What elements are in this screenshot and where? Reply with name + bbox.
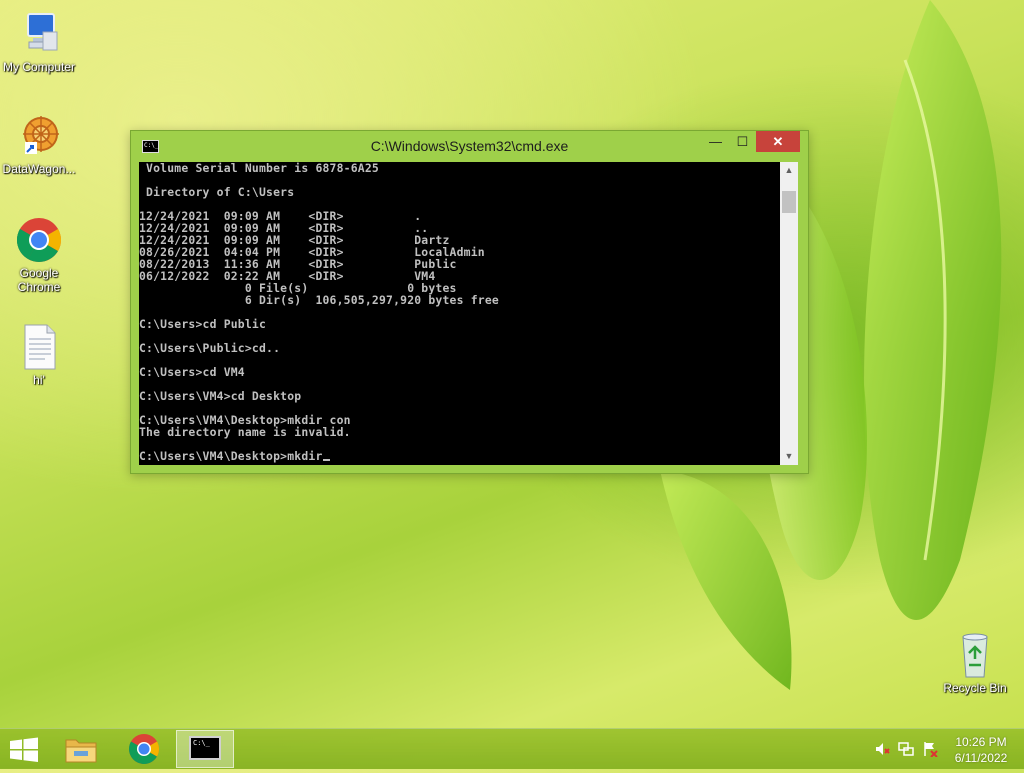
minimize-button[interactable]: — (702, 131, 729, 152)
svg-text:C:\_: C:\_ (193, 739, 211, 747)
desktop-icon-label: Recycle Bin (943, 681, 1007, 695)
start-button[interactable] (0, 730, 58, 768)
folder-icon (65, 739, 97, 763)
text-file-icon (15, 323, 63, 371)
taskbar-file-explorer[interactable] (52, 730, 110, 768)
desktop-icon-text-file[interactable]: hi' (0, 323, 79, 387)
action-center-flag-icon[interactable] (922, 741, 938, 757)
console-line: Directory of C:\Users (139, 185, 295, 199)
datawagon-shortcut-icon (15, 112, 63, 160)
console-line: C:\Users\VM4\Desktop>mkdir (139, 450, 780, 462)
speaker-muted-icon[interactable] (874, 741, 890, 757)
tray-clock[interactable]: 10:26 PM 6/11/2022 (944, 734, 1018, 766)
clock-date: 6/11/2022 (954, 751, 1008, 765)
console-line: C:\Users\VM4>cd Desktop (139, 389, 302, 403)
maximize-button[interactable]: ☐ (729, 131, 756, 152)
desktop-icon-google-chrome[interactable]: Google Chrome (0, 216, 79, 294)
console-line: The directory name is invalid. (139, 425, 351, 439)
taskbar-command-prompt[interactable]: C:\_ (176, 730, 234, 768)
console-line: Volume Serial Number is 6878-6A25 (139, 162, 379, 175)
scroll-up-arrow-icon[interactable]: ▲ (780, 162, 798, 179)
scrollbar-thumb[interactable] (782, 191, 796, 213)
clock-time: 10:26 PM (955, 735, 1007, 749)
text-cursor (322, 459, 330, 461)
console-output[interactable]: Volume Serial Number is 6878-6A25 Direct… (139, 162, 780, 465)
chrome-icon (128, 734, 159, 765)
console-line: C:\Users>cd Public (139, 317, 267, 331)
cmd-icon: C:\_ (189, 736, 221, 760)
console-text: Volume Serial Number is 6878-6A25 Direct… (139, 162, 780, 462)
cmd-titlebar[interactable]: C:\_ C:\Windows\System32\cmd.exe — ☐ ✕ (131, 131, 808, 162)
chrome-icon (15, 216, 63, 264)
desktop-icon-label: hi' (33, 373, 45, 387)
desktop-icon-label: Google Chrome (17, 266, 61, 294)
scroll-down-arrow-icon[interactable]: ▼ (780, 448, 798, 465)
computer-icon (15, 10, 63, 58)
console-line: C:\Users\Public>cd.. (139, 341, 281, 355)
desktop-icon-my-computer[interactable]: My Computer (0, 10, 79, 74)
taskbar-google-chrome[interactable] (115, 730, 173, 768)
close-button[interactable]: ✕ (756, 131, 800, 152)
console-line: C:\Users>cd VM4 (139, 365, 245, 379)
network-icon[interactable] (898, 741, 914, 757)
vertical-scrollbar[interactable]: ▲ ▼ (780, 162, 798, 465)
taskbar: C:\_ 10:26 PM 6/11/2022 (0, 728, 1024, 769)
console-line: 6 Dir(s) 106,505,297,920 bytes free (139, 293, 499, 307)
desktop-icon-label: My Computer (2, 60, 76, 74)
cmd-window[interactable]: C:\_ C:\Windows\System32\cmd.exe — ☐ ✕ V… (130, 130, 809, 474)
recycle-bin-icon (951, 631, 999, 679)
desktop-icon-recycle-bin[interactable]: Recycle Bin (935, 631, 1015, 695)
desktop-icon-label: DataWagon... (2, 162, 76, 176)
windows-logo-icon (10, 737, 38, 762)
desktop-icon-datawagon[interactable]: DataWagon... (0, 112, 79, 176)
